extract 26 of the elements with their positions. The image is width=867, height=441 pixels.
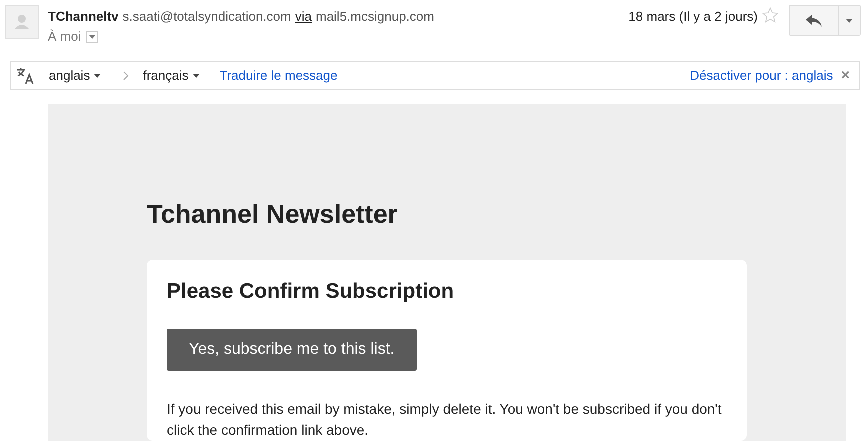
target-language-dropdown[interactable]: français xyxy=(143,68,200,83)
newsletter-title: Tchannel Newsletter xyxy=(147,198,399,231)
caret-icon xyxy=(192,74,200,78)
source-language-dropdown[interactable]: anglais xyxy=(49,68,102,83)
caret-icon xyxy=(88,34,96,38)
date-label: 18 mars (Il y a 2 jours) xyxy=(628,9,758,24)
caret-icon xyxy=(846,18,853,22)
sender-email: s.saati@totalsyndication.com xyxy=(122,9,292,24)
disable-translation-link[interactable]: Désactiver pour : anglais xyxy=(690,68,834,83)
close-button[interactable]: × xyxy=(841,67,850,84)
avatar-icon xyxy=(5,5,39,39)
subscribe-button[interactable]: Yes, subscribe me to this list. xyxy=(167,329,417,371)
via-link[interactable]: via xyxy=(295,9,312,24)
details-dropdown[interactable] xyxy=(86,30,98,42)
reply-icon xyxy=(806,14,822,26)
chevron-right-icon xyxy=(123,70,130,80)
star-icon[interactable] xyxy=(762,7,779,24)
translate-link[interactable]: Traduire le message xyxy=(220,68,338,83)
card-heading: Please Confirm Subscription xyxy=(167,280,456,304)
note-text: If you received this email by mistake, simply delete it. You won't be subscribed if you don't click the confirmation link above. xyxy=(167,400,723,440)
via-domain: mail5.mcsignup.com xyxy=(316,9,434,24)
recipient-label: À moi xyxy=(48,29,82,44)
reply-button[interactable] xyxy=(790,6,839,35)
translate-icon xyxy=(15,66,35,86)
caret-icon xyxy=(94,74,102,78)
sender-name: TChanneltv xyxy=(48,9,119,24)
